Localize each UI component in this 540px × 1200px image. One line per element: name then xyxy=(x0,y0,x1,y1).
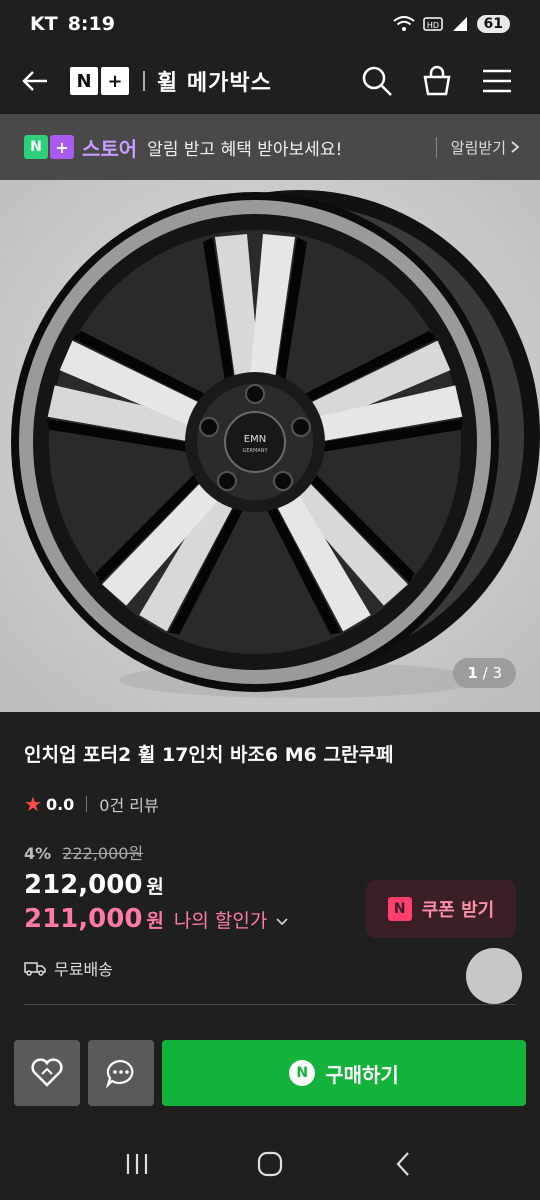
heart-icon xyxy=(31,1058,63,1087)
buy-button[interactable]: N 구매하기 xyxy=(162,1040,526,1106)
wishlist-button[interactable] xyxy=(14,1040,80,1106)
shop-name[interactable]: 휠 메가박스 xyxy=(157,65,272,97)
system-nav-bar xyxy=(0,1128,540,1200)
banner-message: 알림 받고 혜택 받아보세요! xyxy=(147,139,343,160)
clock: 8:19 xyxy=(67,13,115,35)
search-icon xyxy=(362,66,392,96)
signal-icon xyxy=(452,17,467,31)
shopping-bag-icon xyxy=(423,65,451,96)
carrier-label: KT xyxy=(30,13,58,35)
store-notification-banner: N + 스토어 알림 받고 혜택 받아보세요! 알림받기 xyxy=(0,114,540,180)
home-button[interactable] xyxy=(240,1139,300,1189)
battery-badge: 61 xyxy=(476,15,510,33)
search-button[interactable] xyxy=(358,62,396,100)
review-count: 0건 리뷰 xyxy=(99,796,159,815)
recent-apps-button[interactable] xyxy=(107,1139,167,1189)
app-header: N + 휠 메가박스 xyxy=(0,48,540,114)
naver-pay-n-icon: N xyxy=(289,1060,316,1086)
talk-inquiry-button[interactable] xyxy=(88,1040,154,1106)
product-image-carousel[interactable]: EMN GERMANY 1 / 3 xyxy=(0,180,540,712)
sale-price-value: 212,000 xyxy=(24,870,143,900)
wifi-icon xyxy=(392,16,415,31)
my-price-value: 211,000 xyxy=(24,904,143,934)
my-discount-price[interactable]: 211,000 원 나의 할인가 xyxy=(24,904,289,934)
chevron-left-icon xyxy=(396,1152,410,1176)
hd-icon: HD xyxy=(422,17,443,31)
hamburger-menu-icon xyxy=(483,69,511,93)
store-logo: N + 스토어 xyxy=(24,133,137,162)
home-icon xyxy=(257,1151,283,1177)
svg-text:GERMANY: GERMANY xyxy=(242,448,268,454)
header-divider xyxy=(143,71,145,91)
star-icon: ★ xyxy=(24,792,42,816)
my-price-label: 나의 할인가 xyxy=(173,910,268,932)
naver-n-icon: N xyxy=(387,897,412,921)
chevron-right-icon xyxy=(511,141,520,153)
image-current-index: 1 xyxy=(467,664,478,682)
nplus-logo[interactable]: N + xyxy=(70,67,129,95)
purchase-action-bar: N 구매하기 xyxy=(0,1022,540,1128)
rating-score: 0.0 xyxy=(45,794,75,814)
back-button[interactable] xyxy=(0,48,70,114)
rating-divider xyxy=(86,796,88,812)
chat-bubble-icon xyxy=(105,1059,134,1088)
sale-price: 212,000 원 xyxy=(24,870,164,900)
my-price-unit: 원 xyxy=(146,910,164,932)
shipping-label: 무료배송 xyxy=(54,960,113,979)
status-bar: KT 8:19 HD 61 xyxy=(0,0,540,48)
product-title: 인치업 포터2 휠 17인치 바조6 M6 그란쿠페 xyxy=(24,744,394,766)
store-word: 스토어 xyxy=(82,136,138,161)
buy-label: 구매하기 xyxy=(325,1062,399,1087)
floating-action-button[interactable] xyxy=(466,948,522,1004)
notify-subscribe-label: 알림받기 xyxy=(450,138,506,157)
svg-text:EMN: EMN xyxy=(244,434,266,445)
wheel-product-image: EMN GERMANY xyxy=(0,180,540,712)
cart-button[interactable] xyxy=(418,62,456,100)
original-price-row: 4% 222,000원 xyxy=(24,840,143,864)
system-back-button[interactable] xyxy=(373,1139,433,1189)
coupon-label: 쿠폰 받기 xyxy=(421,900,495,921)
chevron-down-icon xyxy=(276,918,288,926)
shipping-info: 무료배송 xyxy=(24,956,113,980)
arrow-left-icon xyxy=(22,71,47,91)
rating-row[interactable]: ★ 0.0 0건 리뷰 xyxy=(24,792,159,816)
image-counter: 1 / 3 xyxy=(453,658,516,688)
recent-apps-icon xyxy=(126,1154,147,1174)
menu-button[interactable] xyxy=(478,62,516,100)
product-info: 인치업 포터2 휠 17인치 바조6 M6 그란쿠페 ★ 0.0 0건 리뷰 4… xyxy=(0,712,540,1022)
original-price: 222,000원 xyxy=(62,844,144,863)
notify-subscribe-button[interactable]: 알림받기 xyxy=(435,136,520,158)
image-total: / 3 xyxy=(482,664,502,682)
truck-icon xyxy=(24,962,46,976)
sale-price-unit: 원 xyxy=(146,876,164,898)
coupon-button[interactable]: N 쿠폰 받기 xyxy=(366,880,516,938)
svg-text:HD: HD xyxy=(426,21,438,30)
section-divider xyxy=(24,1004,516,1005)
discount-percent: 4% xyxy=(24,844,52,863)
